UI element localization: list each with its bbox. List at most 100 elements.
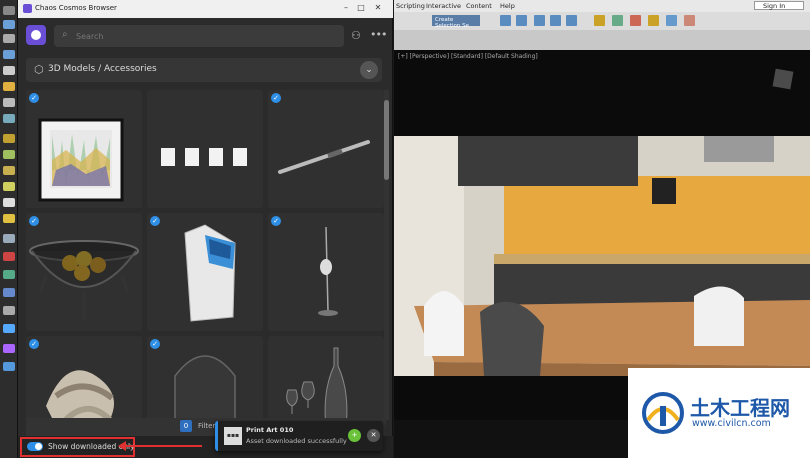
toast-message: Asset downloaded successfully <box>246 437 347 445</box>
downloaded-check-icon: ✓ <box>150 339 160 349</box>
tool-icon[interactable] <box>3 166 15 175</box>
tool-icon[interactable] <box>3 66 15 75</box>
tool-icon[interactable] <box>3 34 15 43</box>
tool-icon[interactable] <box>3 198 15 207</box>
tool-icon[interactable] <box>3 214 15 223</box>
filter-count-badge: 0 <box>180 420 192 432</box>
asset-card-frames[interactable] <box>147 90 263 208</box>
max-ribbon-area <box>394 30 810 50</box>
more-options-icon[interactable]: ••• <box>370 28 387 41</box>
search-input[interactable] <box>76 28 326 44</box>
asset-card-lamp[interactable]: ✓ <box>268 213 384 331</box>
tool-icon[interactable] <box>3 324 15 333</box>
browser-topbar: ⌕ ⚇ ••• <box>18 18 393 54</box>
asset-card-fruit-bowl[interactable]: ✓ <box>26 213 142 331</box>
tool-icon[interactable] <box>3 114 15 123</box>
max-menu-bar: Scripting Interactive Content Help Sign … <box>394 0 810 12</box>
minimize-icon[interactable]: – <box>340 3 352 14</box>
left-command-toolbar <box>0 0 18 458</box>
menu-help[interactable]: Help <box>500 2 515 10</box>
toolbar-icon[interactable] <box>666 15 677 26</box>
search-icon: ⌕ <box>62 29 68 40</box>
toolbar-icon[interactable] <box>500 15 511 26</box>
viewcube-icon[interactable] <box>772 68 794 90</box>
toolbar-icon[interactable] <box>516 15 527 26</box>
glass-dome-thumbnail <box>174 355 236 420</box>
toolbar-icon[interactable] <box>630 15 641 26</box>
fruit-bowl-thumbnail <box>29 240 139 319</box>
menu-interactive[interactable]: Interactive <box>426 2 461 10</box>
download-toast: ▪▪▪ Print Art 010 Asset downloaded succe… <box>215 421 383 451</box>
asset-card-sculpture[interactable]: ✓ <box>26 336 142 420</box>
decanter-thumbnail <box>286 347 348 420</box>
close-icon[interactable]: ✕ <box>372 3 384 14</box>
category-header[interactable]: ⬡ 3D Models / Accessories ⌄ <box>26 58 382 82</box>
menu-scripting[interactable]: Scripting <box>396 2 425 10</box>
asset-card-magazine-holder[interactable]: ✓ <box>147 213 263 331</box>
grid-scrollbar[interactable] <box>384 90 389 420</box>
window-titlebar: Chaos Cosmos Browser – □ ✕ <box>18 0 393 18</box>
tool-icon[interactable] <box>3 306 15 315</box>
category-title: 3D Models / Accessories <box>48 64 157 74</box>
toolbar-icon[interactable] <box>594 15 605 26</box>
show-downloaded-toggle[interactable] <box>27 442 43 451</box>
tool-icon[interactable] <box>3 344 15 353</box>
tool-icon[interactable] <box>3 234 15 243</box>
tool-icon[interactable] <box>3 270 15 279</box>
menu-content[interactable]: Content <box>466 2 492 10</box>
watermark-url: www.civilcn.com <box>692 418 771 429</box>
magazine-holder-thumbnail <box>184 224 236 322</box>
tool-icon[interactable] <box>3 362 15 371</box>
toolbar-icon[interactable] <box>550 15 561 26</box>
sign-in-button[interactable]: Sign In <box>754 1 804 10</box>
scrollbar-thumb[interactable] <box>384 100 389 180</box>
tool-icon[interactable] <box>3 182 15 191</box>
asset-grid: ✓ ✓ ✓ ✓ ✓ ✓ ✓ <box>26 90 386 420</box>
downloaded-check-icon: ✓ <box>29 339 39 349</box>
watermark: 土木工程网 www.civilcn.com <box>628 368 810 458</box>
asset-card-decanter[interactable] <box>268 336 384 420</box>
annotation-arrow <box>122 445 202 447</box>
asset-card-pen[interactable]: ✓ <box>268 90 384 208</box>
toolbar-icon[interactable] <box>684 15 695 26</box>
tool-icon[interactable] <box>3 150 15 159</box>
toolbar-icon[interactable] <box>534 15 545 26</box>
tool-icon[interactable] <box>3 134 15 143</box>
toast-title: Print Art 010 <box>246 426 294 434</box>
sculpture-thumbnail <box>46 370 114 420</box>
toolbar-icon[interactable] <box>566 15 577 26</box>
user-icon[interactable]: ⚇ <box>351 29 361 42</box>
asset-card-glass-dome[interactable]: ✓ <box>147 336 263 420</box>
cosmos-app-icon[interactable] <box>26 25 46 45</box>
tool-icon[interactable] <box>3 288 15 297</box>
cube-icon: ⬡ <box>34 63 44 76</box>
chevron-down-icon[interactable]: ⌄ <box>360 61 378 79</box>
tool-icon[interactable] <box>3 50 15 59</box>
add-to-scene-icon[interactable]: + <box>348 429 361 442</box>
viewport-label[interactable]: [+] [Perspective] [Standard] [Default Sh… <box>398 53 538 60</box>
tool-icon[interactable] <box>3 82 15 91</box>
asset-card-print-art[interactable]: ✓ <box>26 90 142 208</box>
downloaded-check-icon: ✓ <box>271 216 281 226</box>
print-art-thumbnail <box>38 118 124 202</box>
downloaded-check-icon: ✓ <box>29 216 39 226</box>
toolbar-icon[interactable] <box>648 15 659 26</box>
toast-thumbnail: ▪▪▪ <box>224 427 242 445</box>
watermark-cn-text: 土木工程网 <box>690 396 790 420</box>
max-main-toolbar: Create Selection Se <box>394 12 810 30</box>
tool-icon[interactable] <box>3 20 15 29</box>
pen-thumbnail <box>278 140 370 174</box>
tool-icon[interactable] <box>3 98 15 107</box>
cosmos-logo-icon <box>23 4 32 13</box>
toast-close-icon[interactable]: ✕ <box>367 429 380 442</box>
search-box[interactable]: ⌕ <box>54 25 344 47</box>
lamp-thumbnail <box>318 226 338 316</box>
selection-set-dropdown[interactable]: Create Selection Se <box>432 15 480 29</box>
downloaded-check-icon: ✓ <box>29 93 39 103</box>
toolbar-icon[interactable] <box>612 15 623 26</box>
tool-icon[interactable] <box>3 252 15 261</box>
maximize-icon[interactable]: □ <box>355 3 367 14</box>
tool-icon[interactable] <box>3 6 15 15</box>
window-title: Chaos Cosmos Browser <box>35 4 117 12</box>
cosmos-browser-window: Chaos Cosmos Browser – □ ✕ ⌕ ⚇ ••• ⬡ 3D … <box>18 0 393 458</box>
